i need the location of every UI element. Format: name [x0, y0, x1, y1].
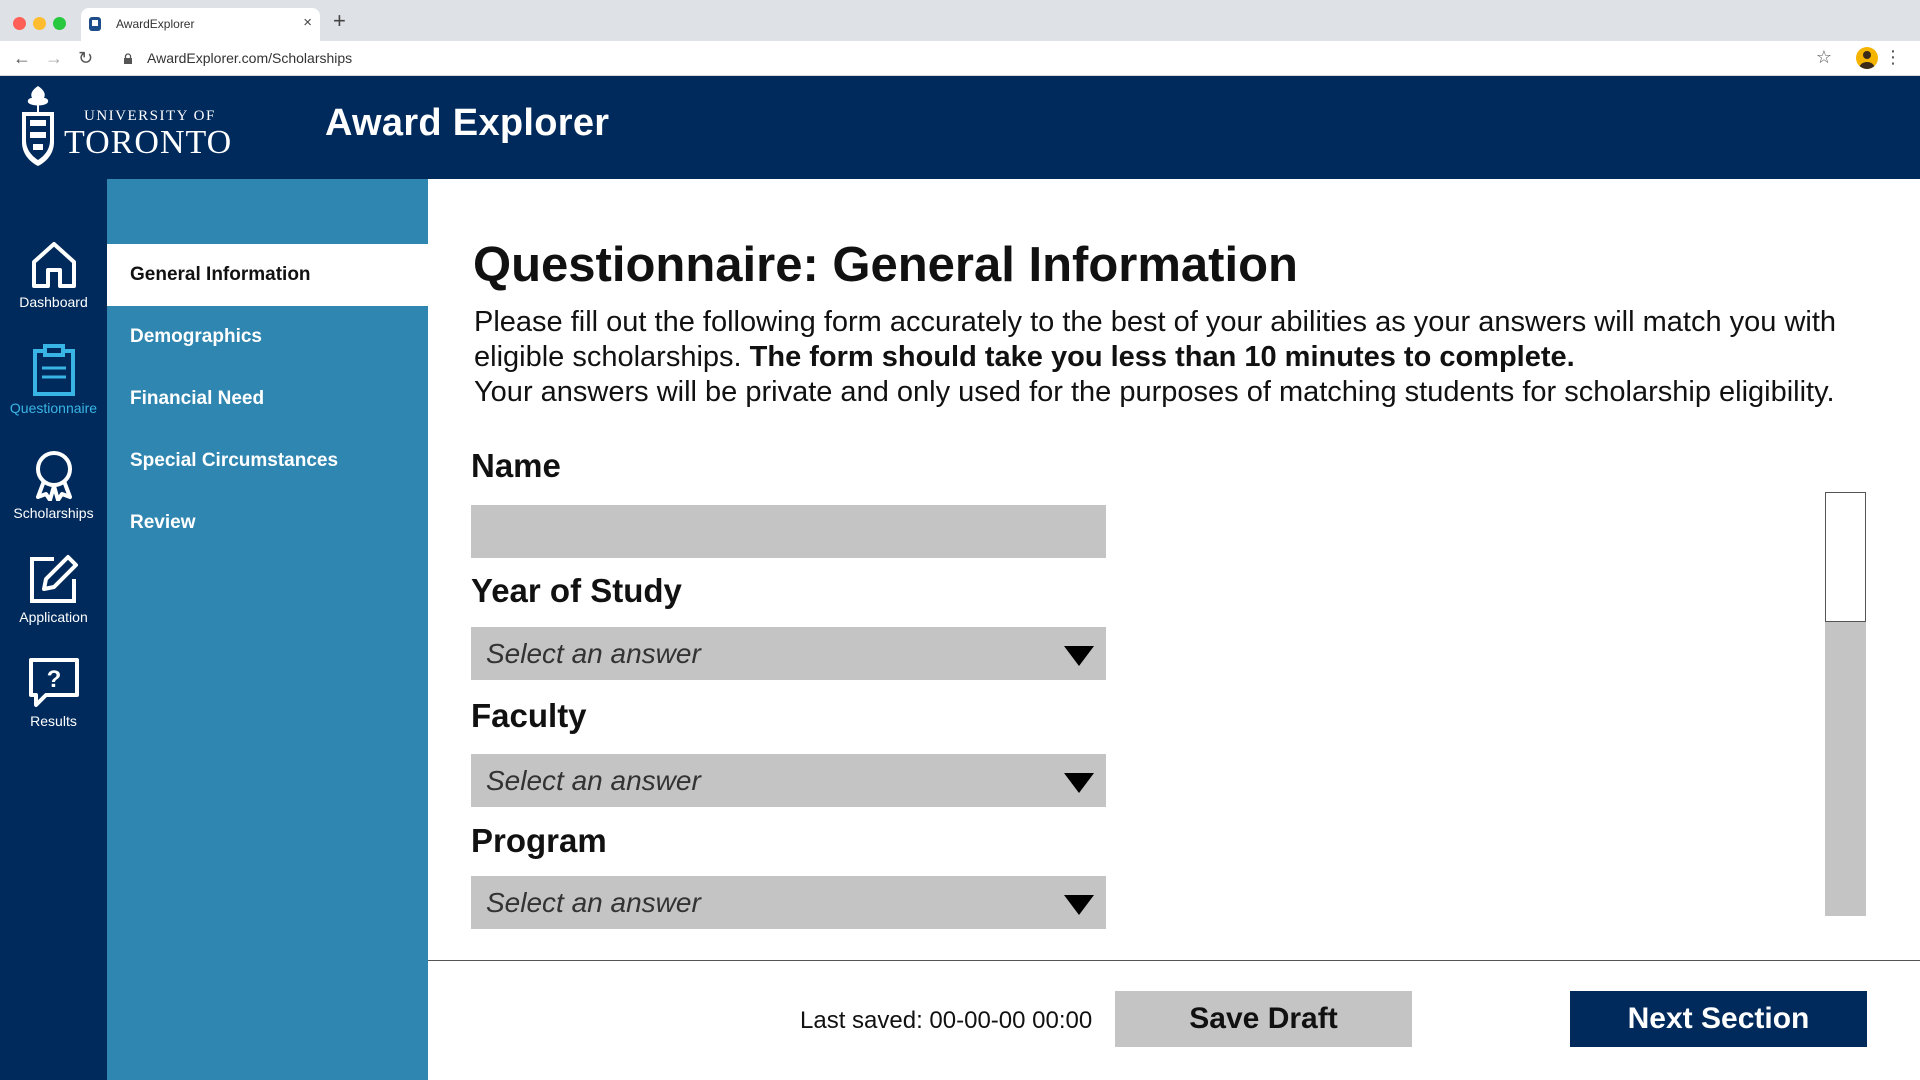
rail-label-questionnaire: Questionnaire [9, 400, 98, 416]
section-sidebar: General Information Demographics Financi… [107, 179, 428, 1080]
year-of-study-select[interactable]: Select an answer [471, 627, 1106, 680]
program-select[interactable]: Select an answer [471, 876, 1106, 929]
intro-line-2: eligible scholarships. [474, 341, 750, 373]
footer-divider [428, 960, 1920, 961]
app-header: UNIVERSITY OF TORONTO Award Explorer [0, 76, 1920, 179]
favicon-icon [89, 17, 101, 31]
clipboard-icon [32, 344, 75, 396]
lock-icon [124, 53, 132, 64]
svg-text:?: ? [46, 666, 61, 693]
toronto-text: TORONTO [64, 124, 233, 161]
faculty-select[interactable]: Select an answer [471, 754, 1106, 807]
dropdown-arrow-icon [1064, 646, 1094, 666]
name-input[interactable] [471, 505, 1106, 558]
browser-menu-icon[interactable]: ⋮ [1884, 46, 1902, 68]
dropdown-arrow-icon [1064, 773, 1094, 793]
section-special-circumstances[interactable]: Special Circumstances [107, 430, 428, 492]
rail-item-questionnaire[interactable]: Questionnaire [0, 344, 107, 444]
close-tab-icon[interactable]: × [303, 14, 312, 32]
browser-tab-bar: AwardExplorer × + [0, 0, 1920, 41]
forward-arrow-icon[interactable]: → [45, 47, 63, 69]
faculty-label: Faculty [471, 697, 587, 734]
rail-label-scholarships: Scholarships [13, 505, 94, 521]
program-value: Select an answer [486, 887, 701, 918]
next-section-button[interactable]: Next Section [1570, 991, 1867, 1047]
intro-time-note: The form should take you less than 10 mi… [749, 341, 1575, 373]
dropdown-arrow-icon [1064, 895, 1094, 915]
rail-item-application[interactable]: Application [0, 553, 107, 653]
rail-item-dashboard[interactable]: Dashboard [0, 240, 107, 340]
new-tab-button[interactable]: + [333, 10, 346, 32]
url-field[interactable]: AwardExplorer.com/Scholarships [147, 50, 352, 66]
name-label: Name [471, 447, 561, 484]
rail-label-dashboard: Dashboard [19, 294, 88, 310]
intro-line-3: Your answers will be private and only us… [474, 376, 1835, 408]
year-of-study-label: Year of Study [471, 572, 682, 609]
form-scrollbar[interactable] [1825, 492, 1866, 916]
section-demographics[interactable]: Demographics [107, 306, 428, 368]
main-content: Questionnaire: General Information Pleas… [428, 179, 1920, 1080]
award-icon [35, 451, 72, 501]
page-title: Questionnaire: General Information [473, 238, 1298, 292]
browser-tab[interactable]: AwardExplorer × [81, 8, 320, 41]
edit-icon [29, 555, 78, 603]
scrollbar-thumb[interactable] [1825, 492, 1866, 622]
profile-avatar-icon[interactable] [1856, 47, 1878, 69]
last-saved-text: Last saved: 00-00-00 00:00 [800, 1007, 1093, 1034]
maximize-window-button[interactable] [53, 17, 66, 30]
bookmark-star-icon[interactable]: ☆ [1816, 47, 1832, 68]
section-review[interactable]: Review [107, 492, 428, 554]
icon-rail: Dashboard Questionnaire Scholarships App… [0, 179, 107, 1080]
rail-label-results: Results [30, 713, 77, 729]
save-draft-button[interactable]: Save Draft [1115, 991, 1412, 1047]
university-logo[interactable]: UNIVERSITY OF TORONTO [18, 84, 258, 172]
rail-item-results[interactable]: ? Results [0, 657, 107, 757]
year-of-study-value: Select an answer [486, 638, 701, 669]
intro-text: Please fill out the following form accur… [474, 305, 1914, 410]
crest-icon [22, 86, 54, 166]
close-window-button[interactable] [13, 17, 26, 30]
home-icon [31, 242, 76, 288]
reload-icon[interactable]: ↻ [78, 47, 93, 69]
program-label: Program [471, 822, 607, 859]
tab-title: AwardExplorer [116, 17, 195, 31]
rail-label-application: Application [19, 609, 88, 625]
section-financial-need[interactable]: Financial Need [107, 368, 428, 430]
faculty-value: Select an answer [486, 765, 701, 796]
intro-line-1: Please fill out the following form accur… [474, 306, 1837, 338]
help-icon: ? [28, 658, 79, 707]
rail-item-scholarships[interactable]: Scholarships [0, 449, 107, 549]
university-of-text: UNIVERSITY OF [84, 108, 216, 124]
back-arrow-icon[interactable]: ← [13, 47, 31, 69]
app-title: Award Explorer [325, 102, 610, 144]
minimize-window-button[interactable] [33, 17, 46, 30]
browser-address-bar: ← → ↻ AwardExplorer.com/Scholarships ☆ ⋮ [0, 41, 1920, 76]
section-general-information[interactable]: General Information [107, 244, 428, 306]
